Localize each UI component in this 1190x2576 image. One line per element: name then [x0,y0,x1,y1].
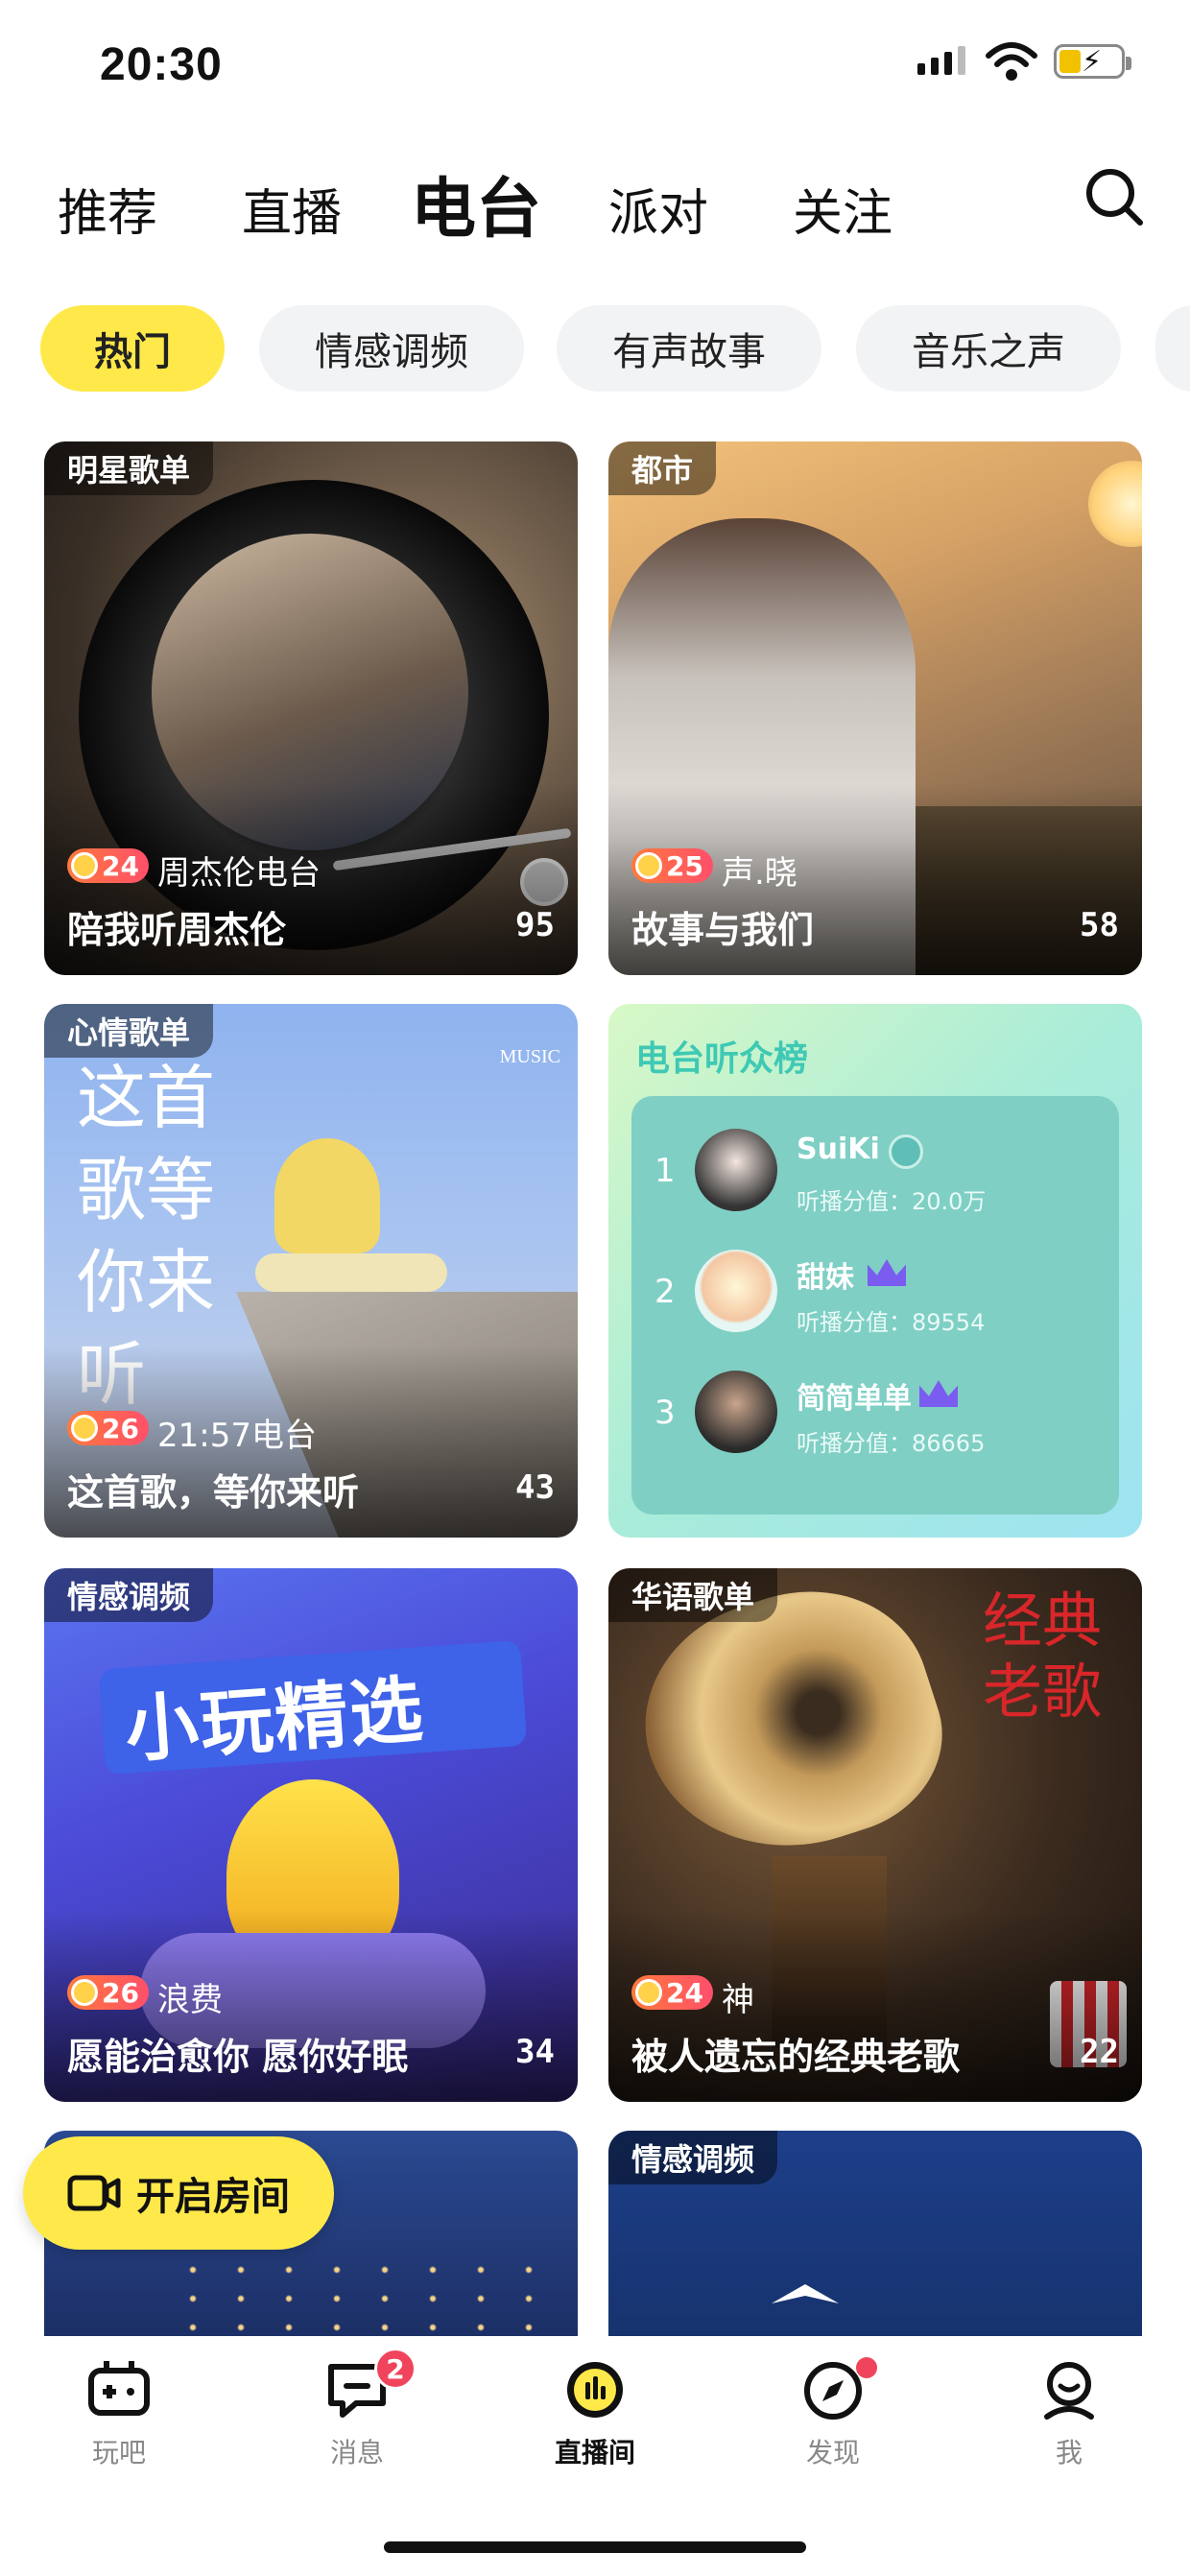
avatar [695,1250,777,1332]
rank-row[interactable]: 1 SuiKi 听播分值：20.0万 [631,1123,1119,1228]
tab-live[interactable]: 直播 [242,173,342,245]
listen-score: 听播分值：86665 [797,1430,986,1457]
nav-item-me[interactable]: 我 [973,2359,1165,2470]
chip-audio-story[interactable]: 有声故事 [557,305,821,392]
level-badge: 25 [631,848,713,883]
nav-item-live-room[interactable]: 直播间 [499,2359,691,2470]
wifi-icon [986,42,1037,81]
card-tag: 心情歌单 [44,1004,214,1058]
open-room-button[interactable]: 开启房间 [23,2136,334,2250]
radio-card[interactable]: 情感调频 [608,2131,1142,2336]
bottom-navigation: 玩吧 消息 2 直播间 发现 我 [0,2336,1190,2576]
artwork-text: 小玩精选 [122,1666,428,1773]
listen-score: 听播分值：89554 [797,1309,986,1336]
artwork-text: 经典老歌 [983,1586,1103,1727]
coin-icon [635,1979,662,2006]
profile-icon [1044,2362,1094,2420]
card-host: 周杰伦电台 [157,854,321,893]
level-badge: 26 [67,1411,149,1445]
nav-label: 直播间 [554,2437,635,2469]
live-room-icon [567,2362,623,2418]
artwork-small-text: MUSIC [499,1046,560,1067]
radio-card[interactable]: 明星歌单 24 周杰伦电台 陪我听周杰伦 95 [44,441,578,975]
radio-card[interactable]: 这首歌等你来听 MUSIC 心情歌单 26 21:57电台 这首歌，等你来听 4… [44,1004,578,1538]
rank-number: 1 [654,1152,676,1190]
user-name: 简简单单 [797,1382,912,1416]
rank-row[interactable]: 3 简简单单 听播分值：86665 [631,1365,1119,1470]
nav-item-discover[interactable]: 发现 [737,2357,929,2470]
listener-count: 58 [1080,906,1119,944]
gamepad-icon [88,2361,150,2416]
coin-icon [635,852,662,879]
nav-label: 发现 [805,2437,860,2469]
character-image [274,1138,380,1253]
listener-count: 43 [515,1468,555,1507]
card-title: 故事与我们 [631,909,815,951]
user-name: 甜妹 [797,1261,854,1295]
rank-number: 2 [654,1273,676,1311]
chip-emotion-fm[interactable]: 情感调频 [259,305,524,392]
coin-icon [71,1979,98,2006]
vip-badge-icon [889,1134,923,1169]
video-camera-icon [67,2175,121,2211]
card-host: 声.晓 [722,854,797,893]
card-tag: 情感调频 [608,2131,778,2184]
card-host: 浪费 [157,1981,223,2019]
coin-icon [71,852,98,879]
listener-count: 22 [1080,2033,1119,2071]
card-tag: 情感调频 [44,1568,214,1622]
avatar [695,1371,777,1453]
nav-label: 玩吧 [91,2437,146,2469]
level-badge: 24 [631,1975,713,2010]
radio-card[interactable]: 经典老歌 华语歌单 24 神 被人遗忘的经典老歌 22 [608,1568,1142,2102]
listen-score: 听播分值：20.0万 [797,1188,987,1215]
open-room-label: 开启房间 [136,2175,290,2219]
chip-more[interactable] [1155,305,1190,392]
rank-row[interactable]: 2 甜妹 听播分值：89554 [631,1244,1119,1349]
sun-image [1088,461,1142,547]
chip-music[interactable]: 音乐之声 [856,305,1121,392]
rank-number: 3 [654,1394,676,1432]
tab-radio[interactable]: 电台 [411,155,541,250]
avatar [695,1129,777,1211]
home-indicator [384,2541,806,2553]
radio-card[interactable]: 都市 25 声.晓 故事与我们 58 [608,441,1142,975]
search-icon[interactable] [1083,165,1146,228]
nav-label: 我 [1055,2437,1083,2469]
card-tag: 都市 [608,441,717,495]
card-title: 这首歌，等你来听 [67,1471,360,1514]
card-title: 愿能治愈你 愿你好眠 [67,2036,409,2078]
card-tag: 华语歌单 [608,1568,778,1622]
listener-count: 95 [515,906,555,944]
tab-party[interactable]: 派对 [608,173,708,245]
crown-badge-icon [868,1259,906,1286]
chip-hot[interactable]: 热门 [40,305,225,392]
level-badge: 24 [67,848,149,883]
card-title: 被人遗忘的经典老歌 [631,2036,961,2078]
audience-rank-card[interactable]: 电台听众榜 1 SuiKi 听播分值：20.0万 2 甜妹 听播分值：89554… [608,1004,1142,1538]
user-name: SuiKi [797,1133,880,1166]
card-host: 21:57电台 [157,1417,317,1455]
unread-badge: 2 [374,2348,416,2390]
level-badge: 26 [67,1975,149,2010]
tab-recommend[interactable]: 推荐 [58,173,157,245]
crown-badge-icon [919,1380,958,1407]
listener-count: 34 [515,2033,555,2071]
radio-card[interactable]: 小玩精选 情感调频 26 浪费 愿能治愈你 愿你好眠 34 [44,1568,578,2102]
status-time: 20:30 [100,39,223,90]
rank-title: 电台听众榜 [635,1039,809,1079]
nav-item-play[interactable]: 玩吧 [23,2359,215,2470]
new-dot-badge [856,2357,877,2378]
tab-follow[interactable]: 关注 [793,173,892,245]
card-tag: 明星歌单 [44,441,214,495]
nav-label: 消息 [329,2437,384,2469]
cellular-signal-icon [917,46,965,75]
card-host: 神 [722,1981,754,2019]
bird-image [772,2284,839,2303]
city-lights-image [169,2255,534,2336]
battery-icon: ⚡ [1054,44,1131,79]
card-title: 陪我听周杰伦 [67,909,287,951]
coin-icon [71,1415,98,1442]
nav-item-messages[interactable]: 消息 2 [261,2348,453,2470]
